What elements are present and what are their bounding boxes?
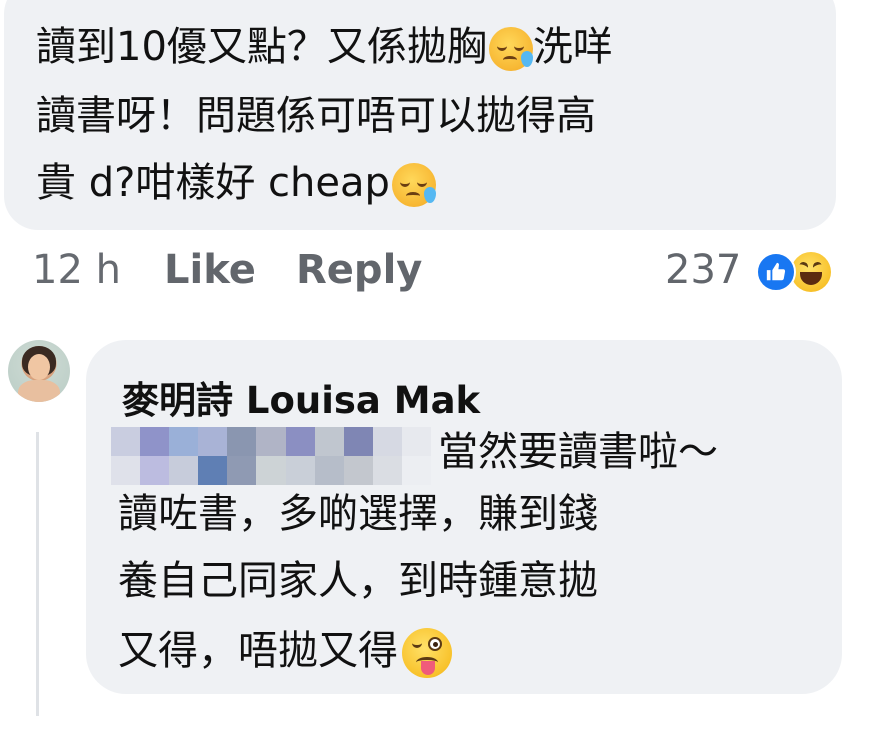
thread-line [36, 432, 39, 716]
redaction-block [169, 456, 199, 485]
redaction-block [227, 456, 257, 485]
avatar[interactable] [8, 340, 70, 402]
redaction-block [198, 427, 228, 456]
like-button[interactable]: Like [164, 250, 256, 290]
redaction-block [401, 427, 431, 456]
reply-line-4: 又得，唔拋又得 [118, 628, 452, 678]
comment-line-3: 貴 d?咁樣好 cheap [36, 163, 436, 207]
comment-text: 讀到10優又點？又係拋胸 [36, 24, 487, 70]
redaction-block [140, 427, 170, 456]
reply-line-1: 當然要讀書啦～ [438, 429, 718, 475]
redaction-block [343, 456, 373, 485]
comment-line-1: 讀到10優又點？又係拋胸 洗咩 [36, 27, 613, 71]
reaction-count[interactable]: 237 [665, 250, 741, 290]
redaction-block [227, 427, 257, 456]
comment-timestamp[interactable]: 12 h [32, 250, 121, 290]
redaction-block [401, 456, 431, 485]
redaction-block [256, 427, 286, 456]
redaction-block [343, 427, 373, 456]
redaction-block [314, 427, 344, 456]
haha-reaction-icon[interactable] [791, 252, 831, 292]
redaction-block [314, 456, 344, 485]
reply-text: 又得，唔拋又得 [118, 628, 398, 674]
reply-button[interactable]: Reply [296, 250, 422, 290]
comment-text: 讀書呀！問題係可唔可以拋得高 [36, 93, 596, 139]
sleepy-face-icon [488, 27, 533, 71]
redacted-mention [111, 427, 431, 485]
redaction-block [285, 427, 315, 456]
redaction-block [111, 456, 141, 485]
redaction-block [285, 456, 315, 485]
winking-face-with-tongue-icon [402, 628, 452, 678]
redaction-block [256, 456, 286, 485]
redaction-block [198, 456, 228, 485]
reply-line-2: 讀咗書，多啲選擇，賺到錢 [118, 491, 598, 537]
redaction-block [111, 427, 141, 456]
like-reaction-icon[interactable] [756, 252, 796, 292]
sleepy-face-icon [391, 163, 436, 207]
redaction-block [372, 427, 402, 456]
comment-line-2: 讀書呀！問題係可唔可以拋得高 [36, 96, 596, 136]
comment-text: 洗咩 [532, 24, 613, 70]
reply-author-name[interactable]: 麥明詩 Louisa Mak [122, 370, 480, 424]
redaction-block [372, 456, 402, 485]
comment-text: 貴 d?咁樣好 cheap [36, 160, 390, 206]
redaction-block [140, 456, 170, 485]
redaction-block [169, 427, 199, 456]
reply-line-3: 養自己同家人，到時鍾意拋 [118, 558, 598, 604]
